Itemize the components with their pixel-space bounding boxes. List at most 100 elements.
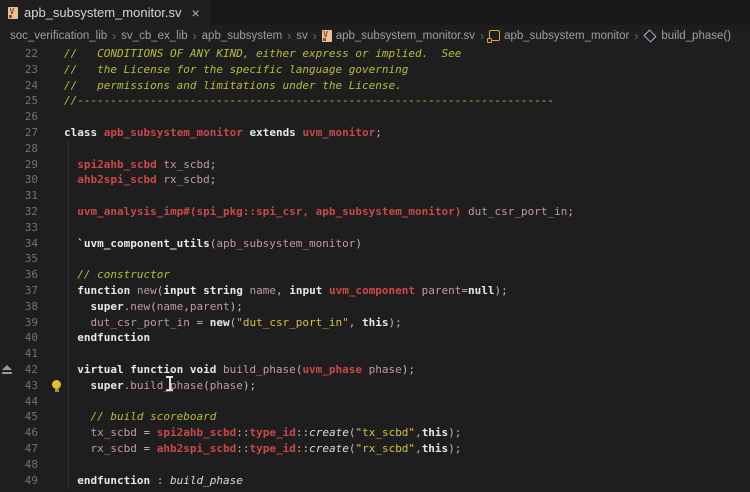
glyph-margin[interactable] [0,236,16,252]
code-line[interactable]: 36 // constructor [0,267,750,283]
code-line[interactable]: 32 uvm_analysis_imp#(spi_pkg::spi_csr, a… [0,204,750,220]
glyph-margin[interactable] [0,141,16,157]
code-line[interactable]: 33 [0,220,750,236]
glyph-margin[interactable] [0,425,16,441]
glyph-margin[interactable] [0,204,16,220]
code-line-text[interactable]: // permissions and limitations under the… [64,78,402,94]
glyph-margin[interactable] [0,283,16,299]
glyph-margin[interactable] [0,220,16,236]
code-line[interactable]: 34 `uvm_component_utils(apb_subsystem_mo… [0,236,750,252]
line-number: 44 [16,394,38,410]
code-line-text[interactable]: super.build_phase(phase); [64,378,256,394]
code-line-text[interactable]: `uvm_component_utils(apb_subsystem_monit… [64,236,362,252]
glyph-margin[interactable] [0,157,16,173]
glyph-margin[interactable] [0,299,16,315]
code-line[interactable]: 41 [0,346,750,362]
glyph-margin[interactable] [0,109,16,125]
code-line[interactable]: 48 [0,457,750,473]
glyph-margin[interactable] [0,441,16,457]
code-line-text[interactable]: class apb_subsystem_monitor extends uvm_… [64,125,382,141]
code-line-text[interactable]: //--------------------------------------… [64,93,554,109]
line-number: 40 [16,330,38,346]
lightbulb-icon[interactable] [52,380,61,389]
breadcrumb-item[interactable]: apb_subsystem [202,30,283,42]
code-line[interactable]: 24// permissions and limitations under t… [0,78,750,94]
code-line-text[interactable]: virtual function void build_phase(uvm_ph… [64,362,415,378]
glyph-margin[interactable] [0,78,16,94]
tab-close-icon[interactable]: × [192,5,200,21]
glyph-margin[interactable] [0,125,16,141]
code-line[interactable]: 26 [0,109,750,125]
glyph-margin[interactable] [0,473,16,489]
code-line[interactable]: 42 virtual function void build_phase(uvm… [0,362,750,378]
line-number: 28 [16,141,38,157]
breadcrumb-item[interactable]: sv [296,30,308,42]
glyph-margin[interactable] [0,172,16,188]
glyph-margin[interactable] [0,315,16,331]
code-line-text[interactable]: dut_csr_port_in = new("dut_csr_port_in",… [64,315,402,331]
code-editor[interactable]: 22// CONDITIONS OF ANY KIND, either expr… [0,45,750,488]
line-decorations-margin [38,251,64,267]
code-line-text[interactable]: // constructor [64,267,170,283]
code-line[interactable]: 38 super.new(name,parent); [0,299,750,315]
glyph-margin[interactable] [0,267,16,283]
glyph-margin[interactable] [0,394,16,410]
code-line-text[interactable]: // the License for the specific language… [64,62,408,78]
code-line[interactable]: 40 endfunction [0,330,750,346]
breadcrumb-item[interactable]: sv_cb_ex_lib [121,30,187,42]
code-line-text[interactable]: spi2ahb_scbd tx_scbd; [64,157,216,173]
code-line[interactable]: 43 super.build_phase(phase); [0,378,750,394]
code-line[interactable]: 30 ahb2spi_scbd rx_scbd; [0,172,750,188]
code-line[interactable]: 49 endfunction : build_phase [0,473,750,489]
code-line[interactable]: 22// CONDITIONS OF ANY KIND, either expr… [0,46,750,62]
code-line-text[interactable]: // CONDITIONS OF ANY KIND, either expres… [64,46,461,62]
breadcrumb-item[interactable]: apb_subsystem_monitor.sv [322,30,475,42]
code-line[interactable]: 27 class apb_subsystem_monitor extends uv… [0,125,750,141]
breadcrumb-item[interactable]: soc_verification_lib [10,30,107,42]
code-line-text[interactable]: function new(input string name, input uv… [64,283,508,299]
code-line-text[interactable]: rx_scbd = ahb2spi_scbd::type_id::create(… [64,441,461,457]
code-line-text[interactable]: endfunction : build_phase [64,473,243,489]
code-line[interactable]: 25//------------------------------------… [0,93,750,109]
line-decorations-margin [38,473,64,489]
glyph-margin[interactable] [0,93,16,109]
code-line[interactable]: 35 [0,251,750,267]
glyph-margin[interactable] [0,409,16,425]
fold-marker-icon[interactable] [2,365,12,375]
glyph-margin[interactable] [0,362,16,378]
code-line[interactable]: 46 tx_scbd = spi2ahb_scbd::type_id::crea… [0,425,750,441]
line-number: 34 [16,236,38,252]
code-line[interactable]: 45 // build scoreboard [0,409,750,425]
code-line-text[interactable]: // build scoreboard [64,409,216,425]
line-number: 27 [16,125,38,141]
glyph-margin[interactable] [0,346,16,362]
glyph-margin[interactable] [0,62,16,78]
code-line[interactable]: 29 spi2ahb_scbd tx_scbd; [0,157,750,173]
glyph-margin[interactable] [0,378,16,394]
tab-apb-subsystem-monitor[interactable]: apb_subsystem_monitor.sv × [0,0,210,25]
code-line[interactable]: 28 [0,141,750,157]
code-line-text[interactable]: tx_scbd = spi2ahb_scbd::type_id::create(… [64,425,461,441]
code-line[interactable]: 37 function new(input string name, input… [0,283,750,299]
line-number: 46 [16,425,38,441]
breadcrumb-item[interactable]: apb_subsystem_monitor [489,30,629,42]
glyph-margin[interactable] [0,46,16,62]
breadcrumb-item-label: build_phase() [661,30,731,42]
code-line[interactable]: 23// the License for the specific langua… [0,62,750,78]
glyph-margin[interactable] [0,330,16,346]
code-line-text[interactable]: endfunction [64,330,150,346]
breadcrumb-item[interactable]: build_phase() [643,30,731,42]
glyph-margin[interactable] [0,251,16,267]
code-line[interactable]: 39 dut_csr_port_in = new("dut_csr_port_i… [0,315,750,331]
code-line[interactable]: 47 rx_scbd = ahb2spi_scbd::type_id::crea… [0,441,750,457]
line-decorations-margin [38,236,64,252]
code-line[interactable]: 31 [0,188,750,204]
breadcrumb-separator: › [313,29,317,43]
code-line-text[interactable]: super.new(name,parent); [64,299,243,315]
glyph-margin[interactable] [0,457,16,473]
glyph-margin[interactable] [0,188,16,204]
code-line[interactable]: 44 [0,394,750,410]
line-decorations-margin [38,62,64,78]
code-line-text[interactable]: ahb2spi_scbd rx_scbd; [64,172,216,188]
code-line-text[interactable]: uvm_analysis_imp#(spi_pkg::spi_csr, apb_… [64,204,574,220]
